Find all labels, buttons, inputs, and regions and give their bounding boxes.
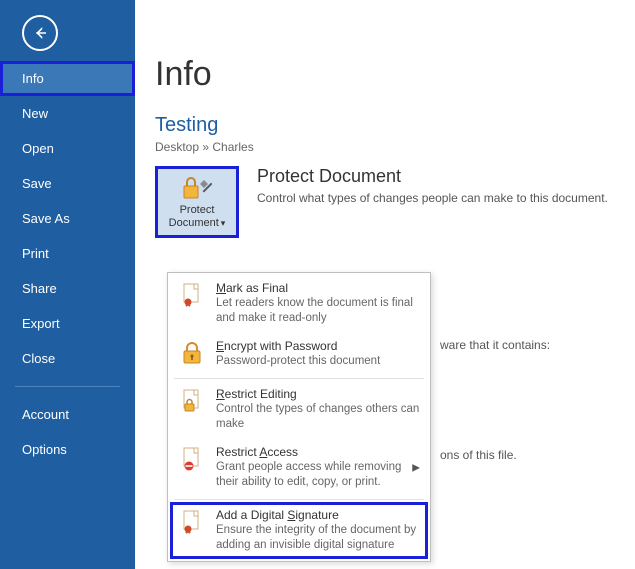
menu-restrict-editing[interactable]: Restrict Editing Control the types of ch… <box>170 381 428 439</box>
partial-text-inspect: ware that it contains: <box>440 338 550 352</box>
menu-add-digital-signature[interactable]: Add a Digital Signature Ensure the integ… <box>170 502 428 560</box>
page-title: Info <box>155 55 635 94</box>
nav-save[interactable]: Save <box>0 166 135 201</box>
menu-separator <box>174 378 424 379</box>
restrict-access-icon <box>178 445 206 490</box>
back-arrow-icon <box>31 24 49 42</box>
protect-document-dropdown: Mark as Final Let readers know the docum… <box>167 272 431 562</box>
back-button[interactable] <box>22 15 58 51</box>
encrypt-icon <box>178 339 206 369</box>
protect-btn-line2: Document <box>169 217 219 229</box>
breadcrumb: Desktop » Charles <box>155 140 635 154</box>
nav-separator <box>15 386 120 387</box>
nav-open[interactable]: Open <box>0 131 135 166</box>
protect-btn-line1: Protect <box>180 204 215 216</box>
mark-final-icon <box>178 281 206 326</box>
nav-options[interactable]: Options <box>0 432 135 467</box>
nav-account[interactable]: Account <box>0 397 135 432</box>
section-title: Protect Document <box>257 166 608 187</box>
submenu-arrow-icon: ▶ <box>412 462 420 473</box>
main-pane: Info Testing Desktop » Charles Protect D… <box>155 0 635 238</box>
section-desc: Control what types of changes people can… <box>257 191 608 205</box>
protect-document-button[interactable]: Protect Document▾ <box>155 166 239 238</box>
nav-new[interactable]: New <box>0 96 135 131</box>
menu-encrypt-password[interactable]: Encrypt with Password Password-protect t… <box>170 333 428 376</box>
menu-separator-2 <box>174 499 424 500</box>
document-title: Testing <box>155 114 635 137</box>
menu-mark-as-final[interactable]: Mark as Final Let readers know the docum… <box>170 275 428 333</box>
nav-export[interactable]: Export <box>0 306 135 341</box>
nav-share[interactable]: Share <box>0 271 135 306</box>
nav-close[interactable]: Close <box>0 341 135 376</box>
digital-signature-icon <box>178 508 206 553</box>
restrict-editing-icon <box>178 387 206 432</box>
partial-text-versions: ons of this file. <box>440 448 517 462</box>
menu-restrict-access[interactable]: Restrict Access Grant people access whil… <box>170 439 428 497</box>
nav-print[interactable]: Print <box>0 236 135 271</box>
protect-document-icon <box>182 174 212 202</box>
nav-info[interactable]: Info <box>0 61 135 96</box>
backstage-sidebar: Info New Open Save Save As Print Share E… <box>0 0 135 569</box>
nav-save-as[interactable]: Save As <box>0 201 135 236</box>
